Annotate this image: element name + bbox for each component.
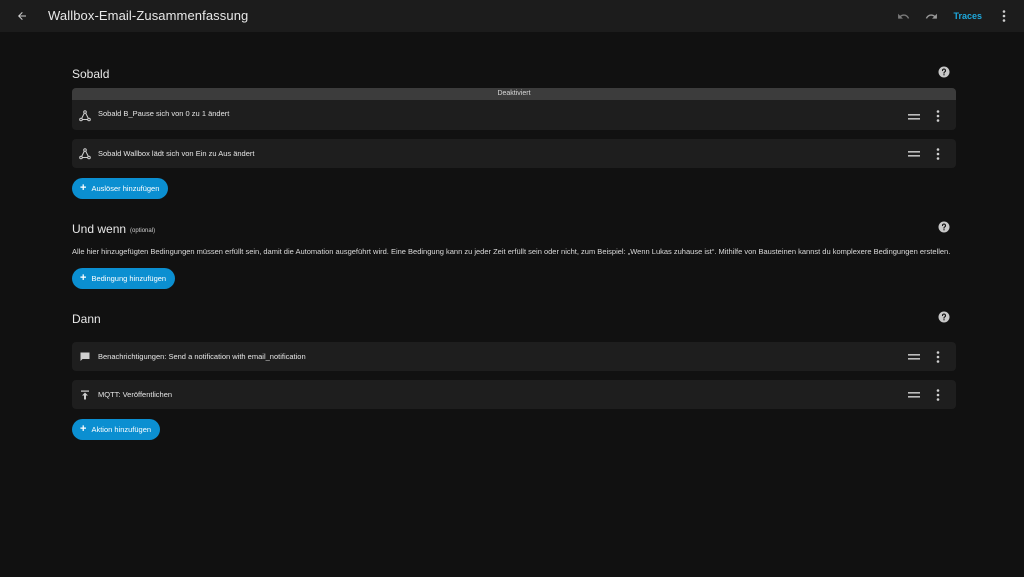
back-button[interactable] <box>12 6 32 26</box>
dots-vertical-icon[interactable] <box>934 388 942 402</box>
section-title-actions: Dann <box>72 312 101 326</box>
actions-header: Dann <box>72 305 956 333</box>
add-condition-button[interactable]: + Bedingung hinzufügen <box>72 268 176 289</box>
plus-icon: + <box>80 182 87 194</box>
redo-icon <box>925 13 937 19</box>
trigger-card[interactable]: Deaktiviert Sobald B_Pause sich von 0 zu… <box>72 88 956 130</box>
add-trigger-button[interactable]: + Auslöser hinzufügen <box>72 178 169 199</box>
arrow-left-icon <box>18 12 26 20</box>
triggers-header: Sobald <box>72 60 956 88</box>
drag-handle-icon[interactable] <box>908 353 920 361</box>
dots-vertical-icon[interactable] <box>934 147 942 161</box>
redo-button[interactable] <box>921 6 941 26</box>
overflow-menu-button[interactable] <box>994 6 1014 26</box>
drag-handle-icon[interactable] <box>908 113 920 121</box>
dots-vertical-icon[interactable] <box>934 350 942 364</box>
add-condition-label: Bedingung hinzufügen <box>91 274 167 283</box>
triggers-section: Sobald Deaktiviert Sobald B_Pause sich v… <box>72 60 956 199</box>
action-card[interactable]: Benachrichtigungen: Send a notification … <box>72 342 956 371</box>
conditions-section: Und wenn (optional) Alle hier hinzugefüg… <box>72 215 956 289</box>
disabled-banner: Deaktiviert <box>72 88 956 100</box>
optional-tag: (optional) <box>130 227 156 234</box>
help-icon[interactable] <box>938 66 950 78</box>
actions-section: Dann Benachrichtigungen: Send a notifica… <box>72 305 956 440</box>
conditions-header: Und wenn (optional) <box>72 215 956 243</box>
state-trigger-icon <box>78 147 91 160</box>
conditions-description: Alle hier hinzugefügten Bedingungen müss… <box>72 247 951 256</box>
action-label: Benachrichtigungen: Send a notification … <box>98 352 306 361</box>
dots-vertical-icon[interactable] <box>934 109 942 123</box>
section-title-triggers: Sobald <box>72 67 110 81</box>
message-icon <box>78 350 91 363</box>
help-icon[interactable] <box>938 311 950 323</box>
trigger-label: Sobald Wallbox lädt sich von Ein zu Aus … <box>98 149 255 158</box>
add-trigger-label: Auslöser hinzufügen <box>91 184 160 193</box>
automation-editor: Sobald Deaktiviert Sobald B_Pause sich v… <box>72 60 956 440</box>
undo-button[interactable] <box>893 6 913 26</box>
drag-handle-icon[interactable] <box>908 391 920 399</box>
publish-icon <box>78 388 91 401</box>
traces-button[interactable]: Traces <box>953 11 982 21</box>
action-label: MQTT: Veröffentlichen <box>98 390 173 399</box>
help-icon[interactable] <box>938 221 950 233</box>
top-app-bar: Wallbox-Email-Zusammenfassung Traces <box>0 0 1024 32</box>
trigger-label: Sobald B_Pause sich von 0 zu 1 ändert <box>98 109 230 118</box>
state-trigger-icon <box>78 109 91 122</box>
add-action-button[interactable]: + Aktion hinzufügen <box>72 419 161 440</box>
plus-icon: + <box>80 423 87 435</box>
undo-icon <box>898 13 910 19</box>
drag-handle-icon[interactable] <box>908 150 920 158</box>
dots-vertical-icon <box>1002 10 1006 22</box>
trigger-card[interactable]: Sobald Wallbox lädt sich von Ein zu Aus … <box>72 139 956 168</box>
top-actions: Traces <box>893 6 1014 26</box>
action-card[interactable]: MQTT: Veröffentlichen <box>72 380 956 409</box>
section-title-conditions: Und wenn <box>72 222 127 236</box>
page-title: Wallbox-Email-Zusammenfassung <box>48 8 249 23</box>
add-action-label: Aktion hinzufügen <box>91 425 152 434</box>
plus-icon: + <box>80 272 87 284</box>
